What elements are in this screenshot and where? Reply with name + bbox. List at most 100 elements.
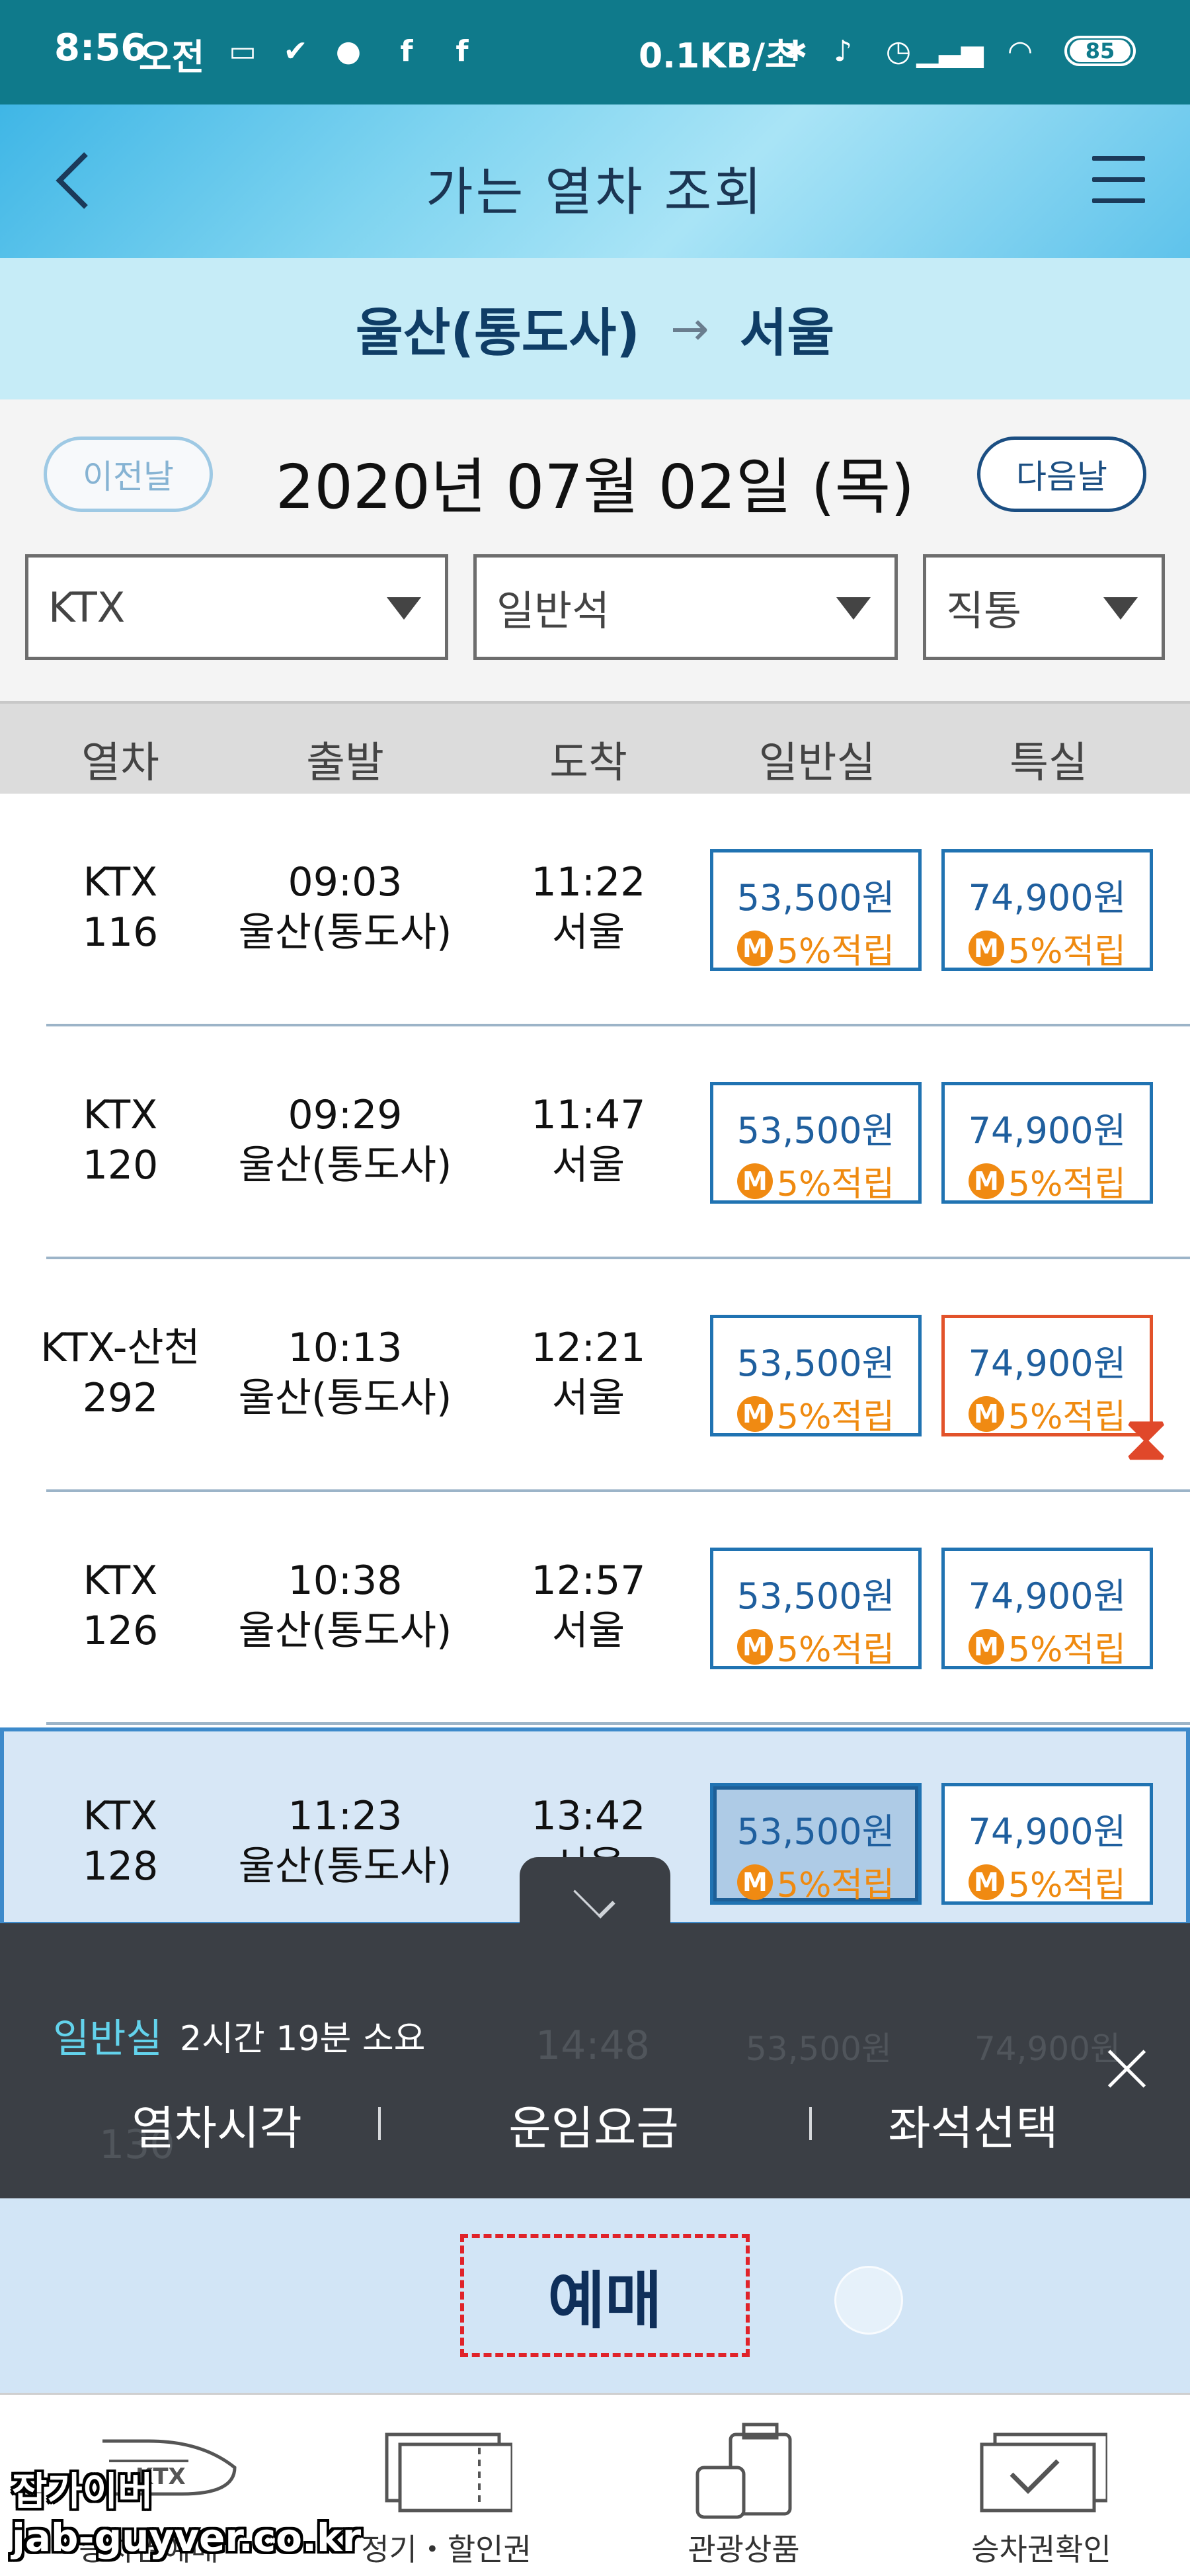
prev-day-button[interactable]: 이전날 [44, 436, 213, 512]
screen-icon: ▭ [229, 34, 257, 68]
alarm-icon: ◷ [885, 34, 912, 68]
route-to: 서울 [739, 304, 835, 363]
table-header: 열차 출발 도착 일반실 특실 [0, 701, 1190, 794]
col-arrival: 도착 [549, 739, 627, 788]
arrival: 12:57 서울 [531, 1558, 646, 1654]
first-class-fare-button[interactable]: 74,900원 M 5%적립 [941, 1315, 1153, 1437]
departure: 10:13 울산(통도사) [238, 1325, 452, 1421]
am-pm: 오전 [139, 36, 205, 78]
departure: 11:23 울산(통도사) [238, 1793, 452, 1890]
location-icon: ● [335, 34, 362, 68]
clock: 8:56 [54, 26, 147, 69]
nav-label: 승차권확인 [971, 2532, 1111, 2567]
check-icon: ✔ [283, 34, 308, 68]
hamburger-icon [1092, 156, 1145, 161]
tab-fare[interactable]: 운임요금 [508, 2091, 679, 2158]
train-id: KTX 116 [82, 859, 159, 956]
hourglass-icon: ⧗ [1124, 1401, 1169, 1475]
info-tabs: 열차시각 운임요금 좌석선택 [0, 2083, 1190, 2163]
nav-tour-products[interactable]: 관광상품 [595, 2395, 892, 2576]
route-summary: 울산(통도사) → 서울 [0, 258, 1190, 399]
col-first-class: 특실 [1010, 739, 1088, 788]
status-bar: 8:56 오전 ▭ ✔ ● f f 0.1KB/초 ✱ ♪ ◷ ▁▃▅ ◠ 85 [0, 0, 1190, 104]
arrival: 12:21 서울 [531, 1325, 646, 1421]
first-class-fare-button[interactable]: 74,900원 M 5%적립 [941, 1082, 1153, 1204]
arrow-right-icon: → [670, 302, 709, 356]
battery-level: 85 [1070, 38, 1130, 63]
battery-icon: 85 [1064, 36, 1136, 66]
train-id: KTX 126 [82, 1558, 159, 1654]
train-type-select[interactable]: KTX [25, 554, 448, 660]
col-train: 열차 [81, 739, 159, 788]
touch-indicator [834, 2266, 903, 2335]
nav-label: 관광상품 [688, 2532, 800, 2567]
dropdown-caret-icon [836, 597, 871, 620]
facebook-icon: f [456, 34, 469, 68]
train-id: KTX 128 [82, 1793, 159, 1890]
economy-fare-button[interactable]: 53,500원 M 5%적립 [710, 849, 922, 972]
selected-seat-type: 일반실 [53, 2016, 163, 2062]
reserve-bar: 예매 [0, 2198, 1190, 2393]
col-departure: 출발 [306, 739, 384, 788]
mileage-icon: M [736, 1395, 773, 1432]
train-id: KTX-산천 292 [40, 1325, 200, 1421]
signal-icon: ▁▃▅ [916, 34, 984, 68]
departure: 09:29 울산(통도사) [238, 1092, 452, 1188]
ghost-fare: 53,500원 [746, 2030, 892, 2068]
nav-ticket-check[interactable]: 승차권확인 [892, 2395, 1190, 2576]
train-row[interactable]: KTX 116 09:03 울산(통도사) 11:22 서울 53,500원 M 5%적립… [0, 794, 1190, 1026]
arrival: 11:22 서울 [531, 859, 646, 956]
mileage-icon: M [736, 1864, 773, 1900]
departure: 10:38 울산(통도사) [238, 1558, 452, 1654]
reserve-button[interactable]: 예매 [460, 2234, 750, 2357]
mileage-icon: M [736, 1163, 773, 1199]
dropdown-caret-icon [1103, 597, 1138, 620]
mute-icon: ♪ [833, 34, 853, 68]
tab-train-time[interactable]: 열차시각 [132, 2091, 302, 2158]
seat-class-select[interactable]: 일반석 [473, 554, 898, 660]
app-header: 가는 열차 조회 [0, 104, 1190, 258]
train-row[interactable]: KTX 126 10:38 울산(통도사) 12:57 서울 53,500원 M 5%적립… [0, 1492, 1190, 1725]
economy-fare-button[interactable]: 53,500원 M 5%적립 [710, 1783, 922, 1905]
arrival: 11:47 서울 [531, 1092, 646, 1188]
mileage-icon: M [968, 1163, 1004, 1199]
train-row[interactable]: KTX 120 09:29 울산(통도사) 11:47 서울 53,500원 M 5%적립… [0, 1026, 1190, 1259]
watermark: 잡가이버 jab-guyver.co.kr [12, 2469, 362, 2560]
travel-date: 2020년 07월 02일 (목) [275, 452, 915, 522]
first-class-fare-button[interactable]: 74,900원 M 5%적립 [941, 849, 1153, 972]
ticket-icon [385, 2432, 512, 2513]
tab-separator [809, 2107, 812, 2140]
economy-fare-button[interactable]: 53,500원 M 5%적립 [710, 1548, 922, 1670]
tab-seat-select[interactable]: 좌석선택 [888, 2091, 1058, 2158]
wifi-icon: ◠ [1009, 34, 1031, 68]
mileage-icon: M [736, 930, 773, 966]
mileage-icon: M [736, 1628, 773, 1665]
first-class-fare-button[interactable]: 74,900원 M 5%적립 [941, 1783, 1153, 1905]
date-filter-bar: 이전날 2020년 07월 02일 (목) 다음날 KTX 일반석 직통 [0, 399, 1190, 701]
mileage-icon: M [968, 1395, 1004, 1432]
route-type-value: 직통 [946, 587, 1022, 635]
train-type-value: KTX [48, 583, 126, 632]
row-divider [46, 1722, 1190, 1725]
page-title: 가는 열차 조회 [425, 163, 765, 222]
seat-class-value: 일반석 [496, 587, 610, 635]
ghost-fare: 74,900원 [974, 2030, 1121, 2068]
first-class-fare-button[interactable]: 74,900원 M 5%적립 [941, 1548, 1153, 1670]
facebook-icon: f [400, 34, 413, 68]
economy-fare-button[interactable]: 53,500원 M 5%적립 [710, 1315, 922, 1437]
bluetooth-icon: ✱ [783, 34, 808, 68]
menu-button[interactable] [1092, 156, 1145, 209]
departure: 09:03 울산(통도사) [238, 859, 452, 956]
train-row[interactable]: KTX-산천 292 10:13 울산(통도사) 12:21 서울 53,500원 M 5… [0, 1259, 1190, 1492]
mileage-icon: M [968, 1864, 1004, 1900]
next-day-button[interactable]: 다음날 [977, 436, 1146, 512]
ticket-check-icon [980, 2432, 1107, 2513]
tab-separator [378, 2107, 381, 2140]
chevron-down-icon [573, 1876, 615, 1919]
economy-fare-button[interactable]: 53,500원 M 5%적립 [710, 1082, 922, 1204]
ghost-arrival-time: 14:48 [536, 2022, 650, 2069]
collapse-handle[interactable] [520, 1857, 670, 1927]
network-speed: 0.1KB/초 [639, 36, 797, 76]
route-from: 울산(통도사) [355, 304, 640, 363]
route-type-select[interactable]: 직통 [923, 554, 1165, 660]
